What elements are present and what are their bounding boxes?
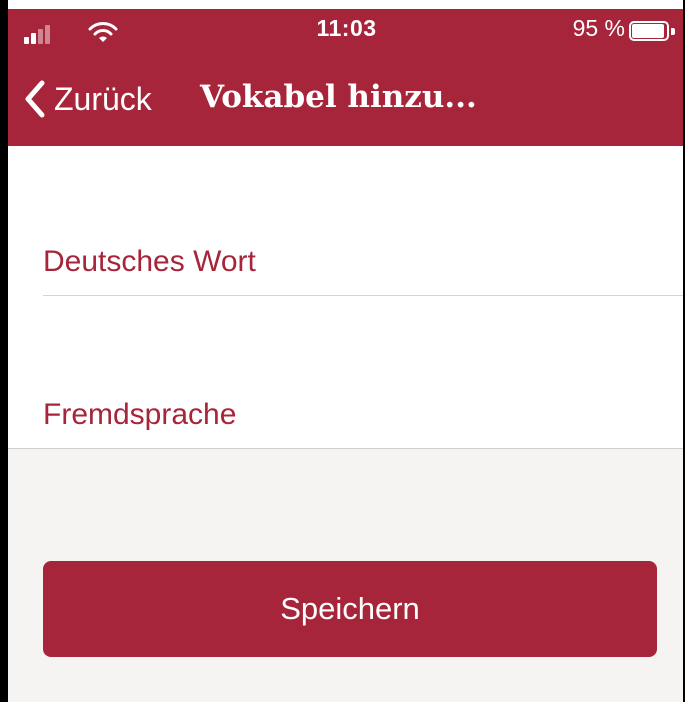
lower-area: Speichern <box>8 449 685 702</box>
header: 11:03 95 % Zurück Vokabel hinzu... <box>8 9 685 146</box>
top-cropped-strip <box>0 0 685 9</box>
field-divider <box>43 295 685 296</box>
chevron-left-icon <box>25 80 45 118</box>
battery-percentage: 95 % <box>572 15 625 41</box>
back-label: Zurück <box>54 80 152 117</box>
foreign-word-field[interactable] <box>43 385 685 457</box>
page-title: Vokabel hinzu... <box>200 79 477 115</box>
battery-icon <box>629 21 675 43</box>
back-button[interactable]: Zurück <box>22 77 152 121</box>
german-word-field[interactable] <box>43 232 685 304</box>
app-screen: 11:03 95 % Zurück Vokabel hinzu... Deuts… <box>0 0 685 702</box>
german-word-input[interactable] <box>43 232 685 292</box>
left-frame-edge <box>0 0 8 702</box>
foreign-word-input[interactable] <box>43 385 685 445</box>
navigation-bar: Zurück Vokabel hinzu... <box>8 67 685 137</box>
vocabulary-form <box>8 146 685 449</box>
save-button[interactable]: Speichern <box>43 561 657 657</box>
status-bar: 11:03 95 % <box>8 9 685 55</box>
save-button-label: Speichern <box>280 591 420 626</box>
battery-fill <box>632 24 664 38</box>
